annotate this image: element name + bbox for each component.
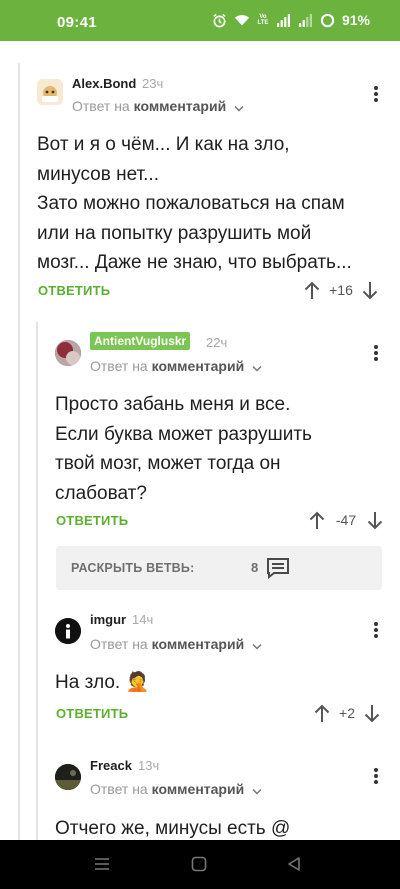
comment-body: На зло. 🤦 [55, 668, 385, 698]
expand-branch-count: 8 [251, 560, 259, 575]
comment-line: минусов нет... [37, 163, 159, 185]
volte-icon: Vo LTE [257, 14, 269, 26]
recents-icon[interactable] [93, 856, 111, 877]
reply-target: комментарий [151, 781, 245, 797]
comments-icon [266, 557, 290, 584]
expand-branch-button[interactable]: РАСКРЫТЬ ВЕТВЬ: 8 [56, 546, 382, 590]
comment-line: Вот и я о чём... И как на зло, [37, 134, 290, 155]
expand-branch-label: РАСКРЫТЬ ВЕТВЬ: [71, 561, 195, 575]
downvote-icon[interactable] [361, 280, 379, 300]
comment-author[interactable]: Freack [90, 758, 132, 773]
reply-button[interactable]: ОТВЕТИТЬ [56, 706, 128, 721]
battery-icon [320, 12, 336, 28]
upvote-icon[interactable] [313, 703, 331, 723]
reply-to-link[interactable]: Ответ на комментарий [90, 636, 262, 653]
comment-line: мозг... Даже не знаю, что выбрать... [37, 252, 352, 273]
avatar[interactable] [55, 340, 81, 366]
status-icons: Vo LTE 91% [212, 12, 370, 28]
comment-age: 23ч [142, 76, 164, 91]
thread-line [36, 322, 38, 840]
comment-line: Просто забань меня и все. [55, 394, 291, 415]
vote-controls: +2 [313, 703, 381, 723]
comment-line: или на попытку разрушить мой [37, 222, 312, 244]
comment-line: Если буква может разрушить [55, 423, 312, 445]
more-options-icon[interactable] [370, 343, 382, 363]
app-screen: 09:41 Vo LTE 91% Alex.Bond 23ч Ответ на … [0, 0, 400, 889]
reply-prefix: Ответ на [90, 358, 148, 374]
alarm-icon [212, 12, 228, 28]
comment-body: Просто забань меня и все. Если буква мож… [55, 390, 385, 508]
reply-to-link[interactable]: Ответ на комментарий [90, 781, 262, 798]
wifi-icon [234, 12, 250, 28]
downvote-icon[interactable] [363, 703, 381, 723]
more-options-icon[interactable] [370, 766, 382, 786]
reply-button[interactable]: ОТВЕТИТЬ [56, 513, 128, 528]
comment-score: +2 [339, 705, 355, 721]
reply-to-link[interactable]: Ответ на комментарий [90, 358, 262, 375]
system-nav-bar [0, 840, 400, 889]
battery-percent: 91% [341, 12, 370, 28]
avatar[interactable] [55, 764, 81, 790]
comment-author[interactable]: AntientVugluskr [90, 332, 191, 350]
more-options-icon[interactable] [370, 84, 382, 104]
reply-prefix: Ответ на [72, 98, 130, 114]
chevron-down-icon [234, 99, 244, 115]
home-icon[interactable] [191, 856, 207, 877]
chevron-down-icon [252, 637, 262, 653]
vote-controls: -47 [308, 510, 384, 530]
upvote-icon[interactable] [308, 510, 326, 530]
reply-to-link[interactable]: Ответ на комментарий [72, 98, 244, 115]
vote-controls: +16 [303, 280, 379, 300]
chevron-down-icon [252, 782, 262, 798]
upvote-icon[interactable] [303, 280, 321, 300]
back-icon[interactable] [286, 856, 302, 877]
comment-line: твой мозг, может тогда он [55, 453, 281, 474]
signal-icon-2 [298, 12, 314, 28]
signal-icon [276, 12, 292, 28]
reply-prefix: Ответ на [90, 781, 148, 797]
downvote-icon[interactable] [366, 510, 384, 530]
comment-author[interactable]: imgur [90, 612, 126, 627]
reply-button[interactable]: ОТВЕТИТЬ [38, 283, 110, 298]
status-bar: 09:41 Vo LTE 91% [0, 0, 400, 41]
more-options-icon[interactable] [370, 620, 382, 640]
comment-score: +16 [329, 282, 353, 298]
reply-target: комментарий [151, 358, 245, 374]
chevron-down-icon [252, 359, 262, 375]
status-time: 09:41 [57, 14, 97, 31]
reply-prefix: Ответ на [90, 636, 148, 652]
comment-score: -47 [335, 512, 357, 528]
comment-age: 22ч [206, 335, 228, 350]
avatar[interactable] [37, 79, 63, 105]
comment-author[interactable]: Alex.Bond [72, 76, 136, 91]
reply-target: комментарий [151, 636, 245, 652]
comment-line: Зато можно пожаловаться на спам [37, 193, 345, 214]
avatar[interactable] [55, 618, 81, 644]
thread-line [18, 63, 20, 840]
comment-line: слабоват? [55, 482, 147, 504]
comment-age: 13ч [138, 758, 160, 773]
reply-target: комментарий [133, 98, 227, 114]
comment-age: 14ч [132, 612, 154, 627]
comment-line: На зло. 🤦 [55, 672, 150, 693]
comment-body: Вот и я о чём... И как на зло, минусов н… [37, 130, 392, 278]
